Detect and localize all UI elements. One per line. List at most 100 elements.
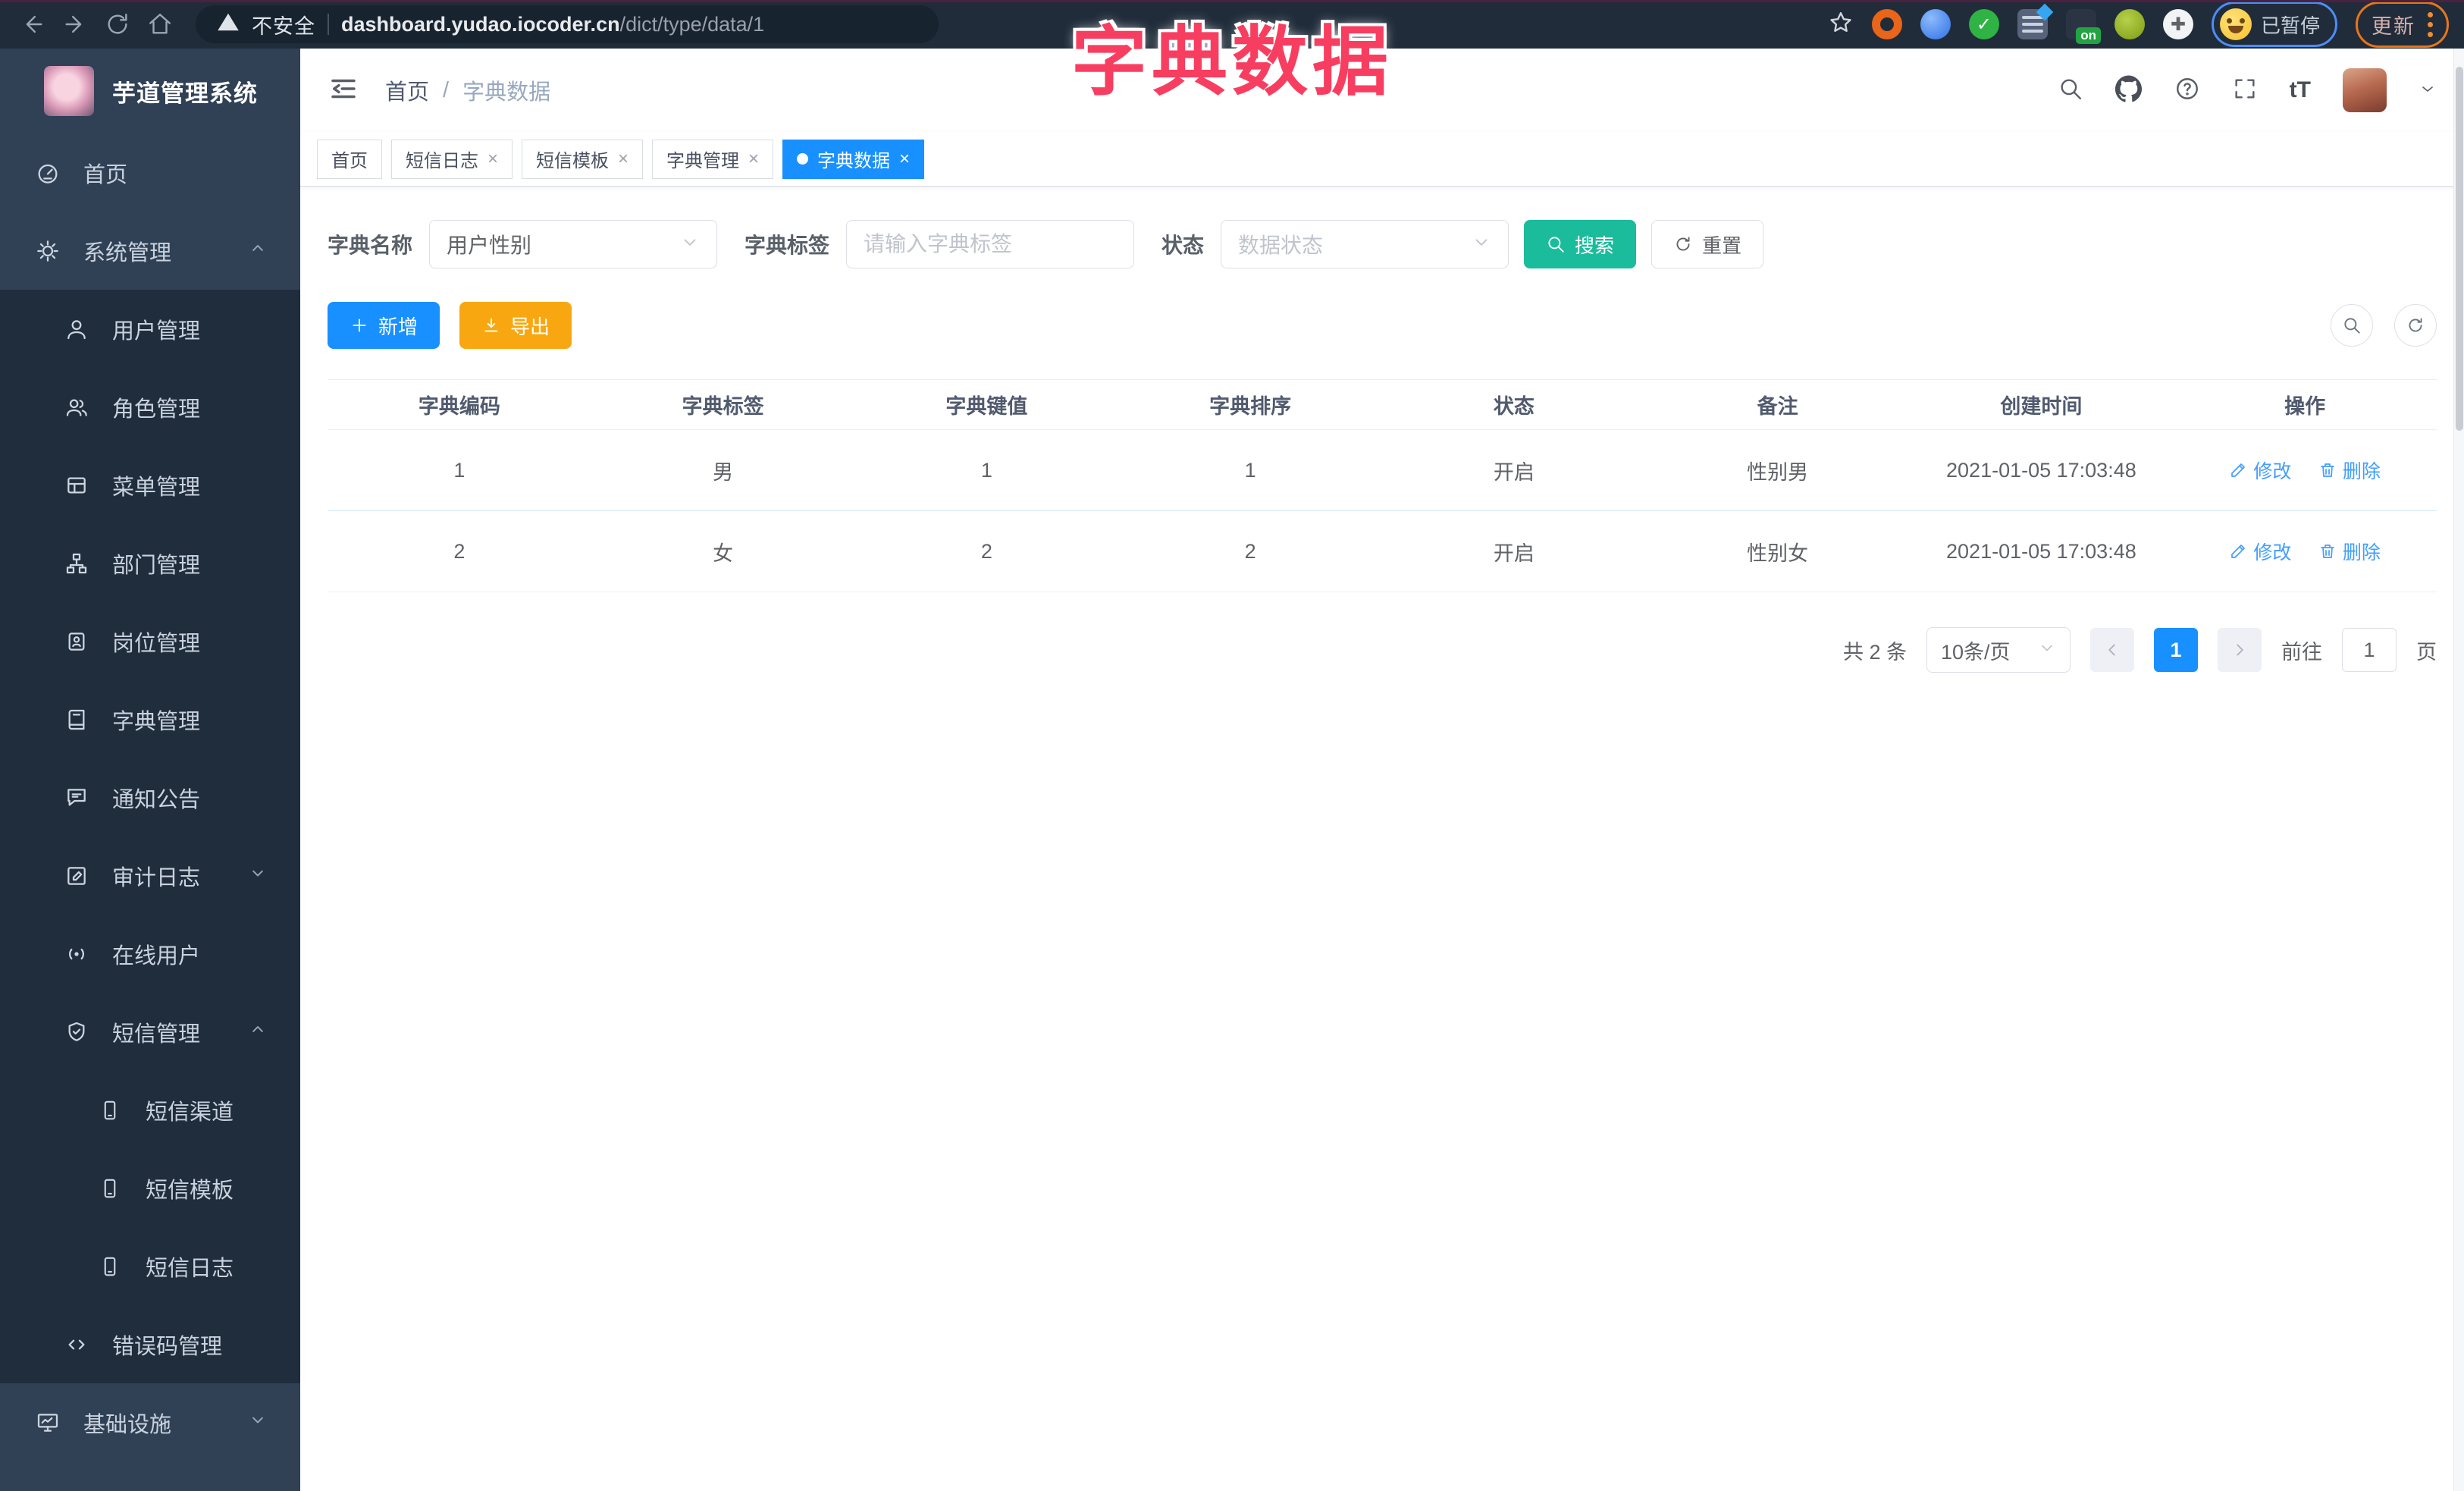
sidebar-item-home[interactable]: 首页 xyxy=(0,133,300,212)
online-users-icon xyxy=(64,942,89,966)
sidebar-item-online-users[interactable]: 在线用户 xyxy=(0,915,300,993)
edit-link[interactable]: 修改 xyxy=(2229,538,2291,565)
sidebar-item-sms-channel[interactable]: 短信渠道 xyxy=(0,1071,300,1149)
fullscreen-icon[interactable] xyxy=(2232,76,2258,105)
sidebar-item-notice[interactable]: 通知公告 xyxy=(0,758,300,837)
close-icon[interactable]: × xyxy=(487,149,498,168)
table-row[interactable]: 2 女 2 2 开启 性别女 2021-01-05 17:03:48 修改 删除 xyxy=(328,510,2437,592)
annotation-overlay-title: 字典数据 xyxy=(1071,20,1393,105)
font-size-icon[interactable]: tT xyxy=(2290,77,2311,103)
sidebar-item-dept-management[interactable]: 部门管理 xyxy=(0,524,300,602)
breadcrumb-home[interactable]: 首页 xyxy=(385,74,429,106)
org-tree-icon xyxy=(64,551,89,576)
chevron-down-icon xyxy=(1472,232,1491,257)
id-badge-icon xyxy=(64,629,89,654)
tab-sms-log[interactable]: 短信日志 × xyxy=(391,139,513,179)
chevron-up-icon xyxy=(247,1019,268,1046)
phone-icon xyxy=(97,1255,123,1278)
status-select[interactable]: 数据状态 xyxy=(1221,220,1509,268)
scrollbar-thumb[interactable] xyxy=(2456,67,2463,431)
extension-puzzle-icon[interactable]: ✚ xyxy=(2162,9,2193,39)
total-count-label: 共 2 条 xyxy=(1842,640,1907,664)
tags-view-bar: 首页 短信日志 × 短信模板 × 字典管理 × 字典数据 × xyxy=(300,132,2464,187)
extension-blue-icon[interactable] xyxy=(1920,9,1951,39)
help-icon[interactable] xyxy=(2174,76,2200,105)
edit-link[interactable]: 修改 xyxy=(2229,457,2291,484)
col-header-code: 字典编码 xyxy=(328,379,591,430)
table-row[interactable]: 1 男 1 1 开启 性别男 2021-01-05 17:03:48 修改 删除 xyxy=(328,429,2437,511)
search-button[interactable]: 搜索 xyxy=(1524,220,1637,268)
browser-back-icon[interactable] xyxy=(15,7,50,42)
extension-sprout-icon[interactable] xyxy=(2114,9,2145,39)
close-icon[interactable]: × xyxy=(899,149,910,168)
reset-button[interactable]: 重置 xyxy=(1651,220,1764,268)
dict-label-input[interactable] xyxy=(846,220,1135,268)
sidebar-collapse-icon[interactable] xyxy=(328,73,359,108)
extension-green-check-icon[interactable]: ✓ xyxy=(1968,9,1999,39)
sidebar-logo-row[interactable]: 芋道管理系统 xyxy=(0,49,300,133)
close-icon[interactable]: × xyxy=(748,149,759,168)
github-icon[interactable] xyxy=(2114,74,2143,106)
user-avatar[interactable] xyxy=(2343,68,2387,112)
profile-paused-pill[interactable]: 已暂停 xyxy=(2211,2,2337,47)
col-header-remark: 备注 xyxy=(1645,379,1910,430)
chevron-down-icon xyxy=(247,862,268,890)
delete-link[interactable]: 删除 xyxy=(2318,457,2381,484)
browser-forward-icon[interactable] xyxy=(58,7,92,42)
sidebar-item-sms-template[interactable]: 短信模板 xyxy=(0,1149,300,1227)
chevron-up-icon xyxy=(247,237,268,265)
browser-reload-icon[interactable] xyxy=(100,7,135,42)
goto-page-input[interactable] xyxy=(2342,628,2397,672)
profile-emoji-avatar xyxy=(2219,8,2252,40)
sidebar-item-system-management[interactable]: 系统管理 xyxy=(0,212,300,290)
sidebar-item-post-management[interactable]: 岗位管理 xyxy=(0,602,300,680)
monitor-icon xyxy=(35,1411,61,1435)
export-button[interactable]: 导出 xyxy=(459,302,572,349)
delete-link[interactable]: 删除 xyxy=(2318,538,2381,565)
extension-on-badge-icon[interactable]: on xyxy=(2065,9,2101,44)
tab-dict-data[interactable]: 字典数据 × xyxy=(782,139,925,179)
phone-icon xyxy=(97,1177,123,1200)
sidebar-item-infrastructure[interactable]: 基础设施 xyxy=(0,1383,300,1461)
avatar-caret-down-icon[interactable] xyxy=(2419,80,2437,102)
tab-dict-management[interactable]: 字典管理 × xyxy=(652,139,774,179)
toggle-search-button[interactable] xyxy=(2331,304,2373,347)
browser-update-button[interactable]: 更新 xyxy=(2356,1,2449,48)
tab-home[interactable]: 首页 xyxy=(317,139,382,179)
breadcrumb: 首页 / 字典数据 xyxy=(385,74,550,106)
dict-name-select[interactable]: 用户性别 xyxy=(429,220,718,268)
page-scrollbar[interactable] xyxy=(2453,49,2464,1491)
address-bar[interactable]: 不安全 dashboard.yudao.iocoder.cn/dict/type… xyxy=(196,5,939,43)
sidebar-item-dict-management[interactable]: 字典管理 xyxy=(0,680,300,758)
page-number-button[interactable]: 1 xyxy=(2154,628,2198,672)
close-icon[interactable]: × xyxy=(618,149,629,168)
browser-home-icon[interactable] xyxy=(143,7,177,42)
browser-menu-kebab-icon[interactable] xyxy=(2428,11,2433,37)
pagination: 共 2 条 10条/页 1 前往 页 xyxy=(328,627,2437,673)
sidebar-item-menu-management[interactable]: 菜单管理 xyxy=(0,446,300,524)
sidebar-item-sms-management[interactable]: 短信管理 xyxy=(0,993,300,1071)
url-text: dashboard.yudao.iocoder.cn/dict/type/dat… xyxy=(341,13,764,36)
sidebar-item-user-management[interactable]: 用户管理 xyxy=(0,290,300,368)
status-text: 开启 xyxy=(1382,510,1646,592)
col-header-created: 创建时间 xyxy=(1909,379,2174,430)
header-search-icon[interactable] xyxy=(2058,76,2083,105)
active-tab-dot xyxy=(797,153,809,165)
sidebar-item-role-management[interactable]: 角色管理 xyxy=(0,368,300,446)
extension-orange-icon[interactable] xyxy=(1871,9,1902,39)
sidebar-item-sms-log[interactable]: 短信日志 xyxy=(0,1227,300,1305)
sidebar-item-error-code[interactable]: 错误码管理 xyxy=(0,1305,300,1383)
sidebar-item-audit-log[interactable]: 审计日志 xyxy=(0,837,300,915)
tab-sms-template[interactable]: 短信模板 × xyxy=(522,139,644,179)
extension-sliders-icon[interactable] xyxy=(2017,3,2054,39)
gear-icon xyxy=(35,239,61,263)
add-button[interactable]: 新增 xyxy=(328,302,440,349)
prev-page-button[interactable] xyxy=(2090,628,2134,672)
page-size-select[interactable]: 10条/页 xyxy=(1926,627,2071,673)
system-submenu: 用户管理 角色管理 菜单管理 部门管理 岗位管理 字典管理 通知公告 审计日志 … xyxy=(0,290,300,1383)
page-content: 字典名称 用户性别 字典标签 状态 数据状态 搜索 xyxy=(300,187,2464,1491)
audit-log-icon xyxy=(64,864,89,888)
bookmark-star-icon[interactable] xyxy=(1828,10,1854,39)
refresh-table-button[interactable] xyxy=(2394,304,2437,347)
next-page-button[interactable] xyxy=(2218,628,2262,672)
